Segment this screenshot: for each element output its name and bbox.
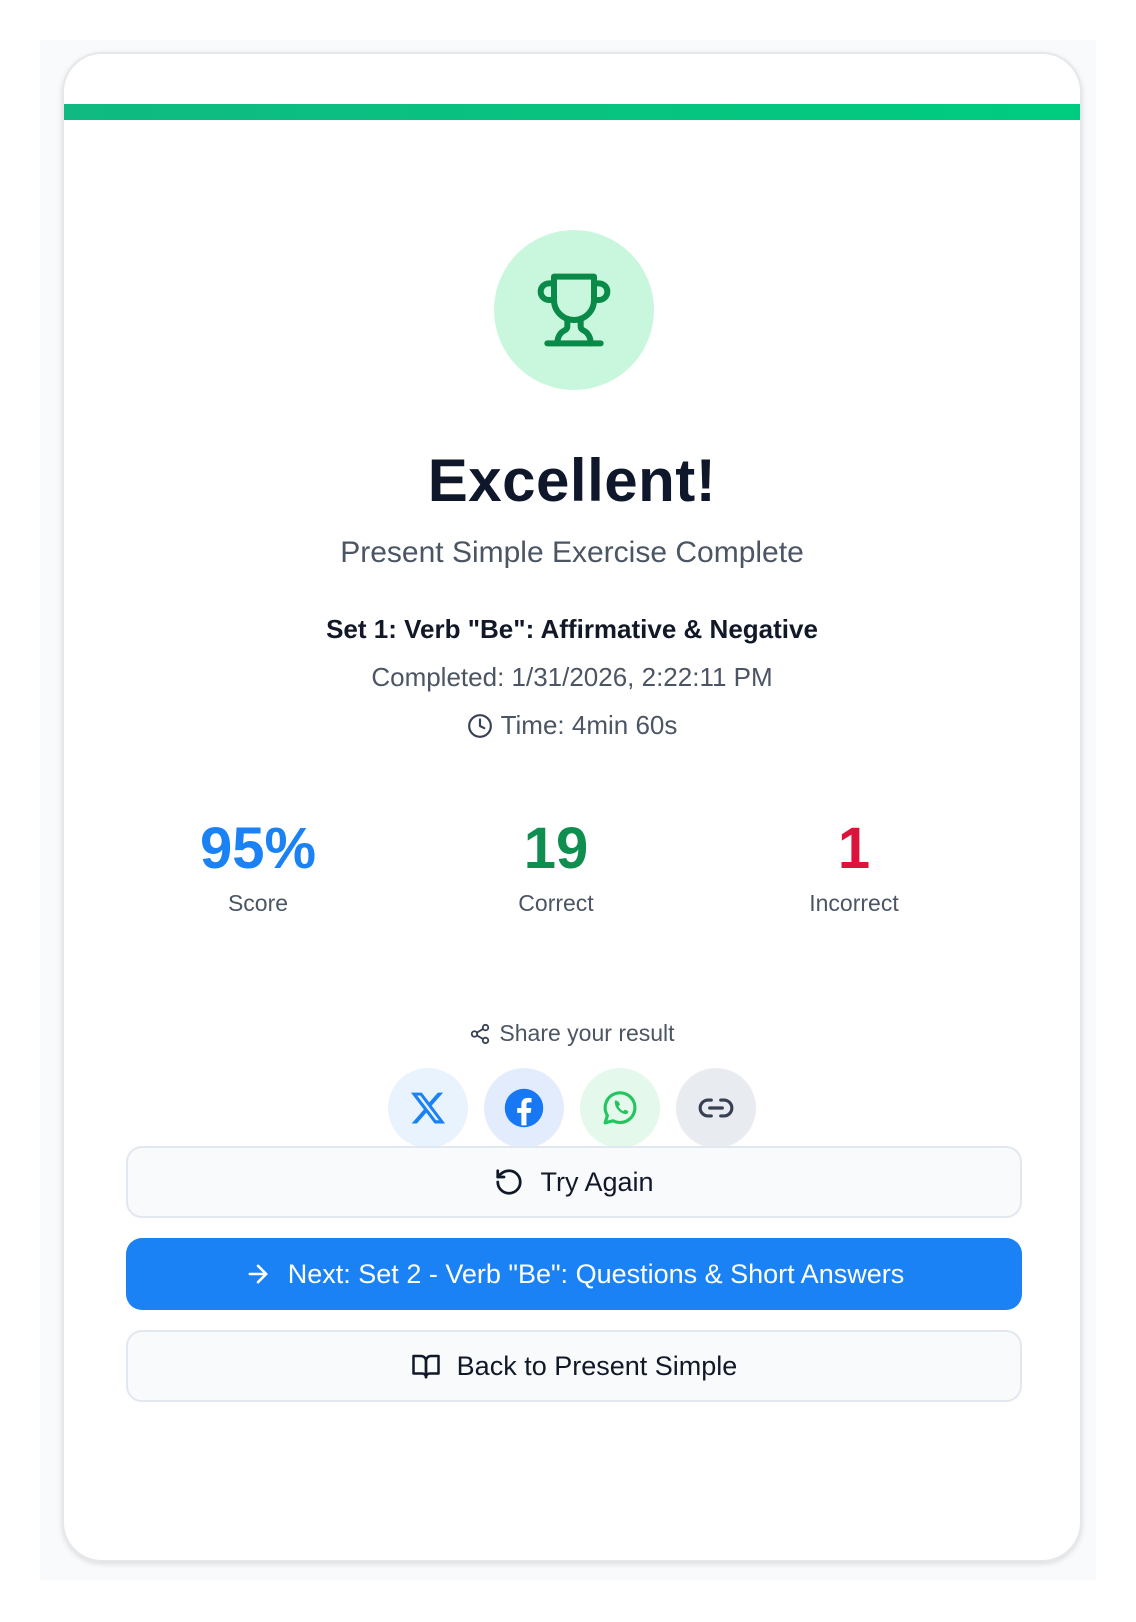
result-title: Excellent! <box>427 447 717 514</box>
score-label: Score <box>227 890 289 916</box>
set-name: Set 1: Verb "Be": Affirmative & Negative <box>326 614 818 644</box>
whatsapp-icon <box>603 1091 637 1125</box>
share-whatsapp-button[interactable] <box>580 1068 660 1148</box>
score-value: 95% <box>199 816 317 881</box>
share-heading: Share your result <box>64 1020 1080 1047</box>
accent-bar <box>64 104 1080 120</box>
trophy-badge <box>494 230 654 390</box>
share-icon <box>471 1023 490 1044</box>
link-icon <box>698 1098 734 1118</box>
stat-incorrect: 1 Incorrect <box>704 814 1004 917</box>
facebook-icon <box>504 1088 544 1128</box>
arrow-right-icon <box>248 1264 268 1284</box>
incorrect-label: Incorrect <box>809 890 899 916</box>
try-again-label: Try Again <box>540 1166 654 1197</box>
incorrect-value: 1 <box>837 816 871 881</box>
next-set-button[interactable]: Next: Set 2 - Verb "Be": Questions & Sho… <box>126 1238 1022 1310</box>
back-label: Back to Present Simple <box>456 1350 738 1381</box>
copy-link-button[interactable] <box>676 1068 756 1148</box>
share-label-text: Share your result <box>499 1020 675 1046</box>
page-frame: Excellent! Present Simple Exercise Compl… <box>40 40 1096 1580</box>
trophy-icon <box>537 273 611 347</box>
correct-label: Correct <box>518 890 594 916</box>
time-text: Time: 4min 60s <box>500 710 678 740</box>
back-button[interactable]: Back to Present Simple <box>126 1330 1022 1402</box>
correct-value: 19 <box>523 816 589 881</box>
time-taken: Time: 4min 60s <box>64 710 1080 741</box>
share-x-button[interactable] <box>388 1068 468 1148</box>
result-card: Excellent! Present Simple Exercise Compl… <box>62 52 1082 1562</box>
try-again-button[interactable]: Try Again <box>126 1146 1022 1218</box>
stat-correct: 19 Correct <box>406 814 706 917</box>
result-subtitle: Present Simple Exercise Complete <box>340 536 804 569</box>
rotate-ccw-icon <box>496 1169 523 1195</box>
clock-icon <box>467 713 492 738</box>
stat-score: 95% Score <box>108 814 408 917</box>
next-set-label: Next: Set 2 - Verb "Be": Questions & Sho… <box>287 1258 905 1289</box>
share-facebook-button[interactable] <box>484 1068 564 1148</box>
completed-timestamp: Completed: 1/31/2026, 2:22:11 PM <box>371 662 773 692</box>
share-buttons <box>64 1068 1080 1148</box>
x-icon <box>410 1092 446 1124</box>
book-open-icon <box>411 1354 440 1379</box>
